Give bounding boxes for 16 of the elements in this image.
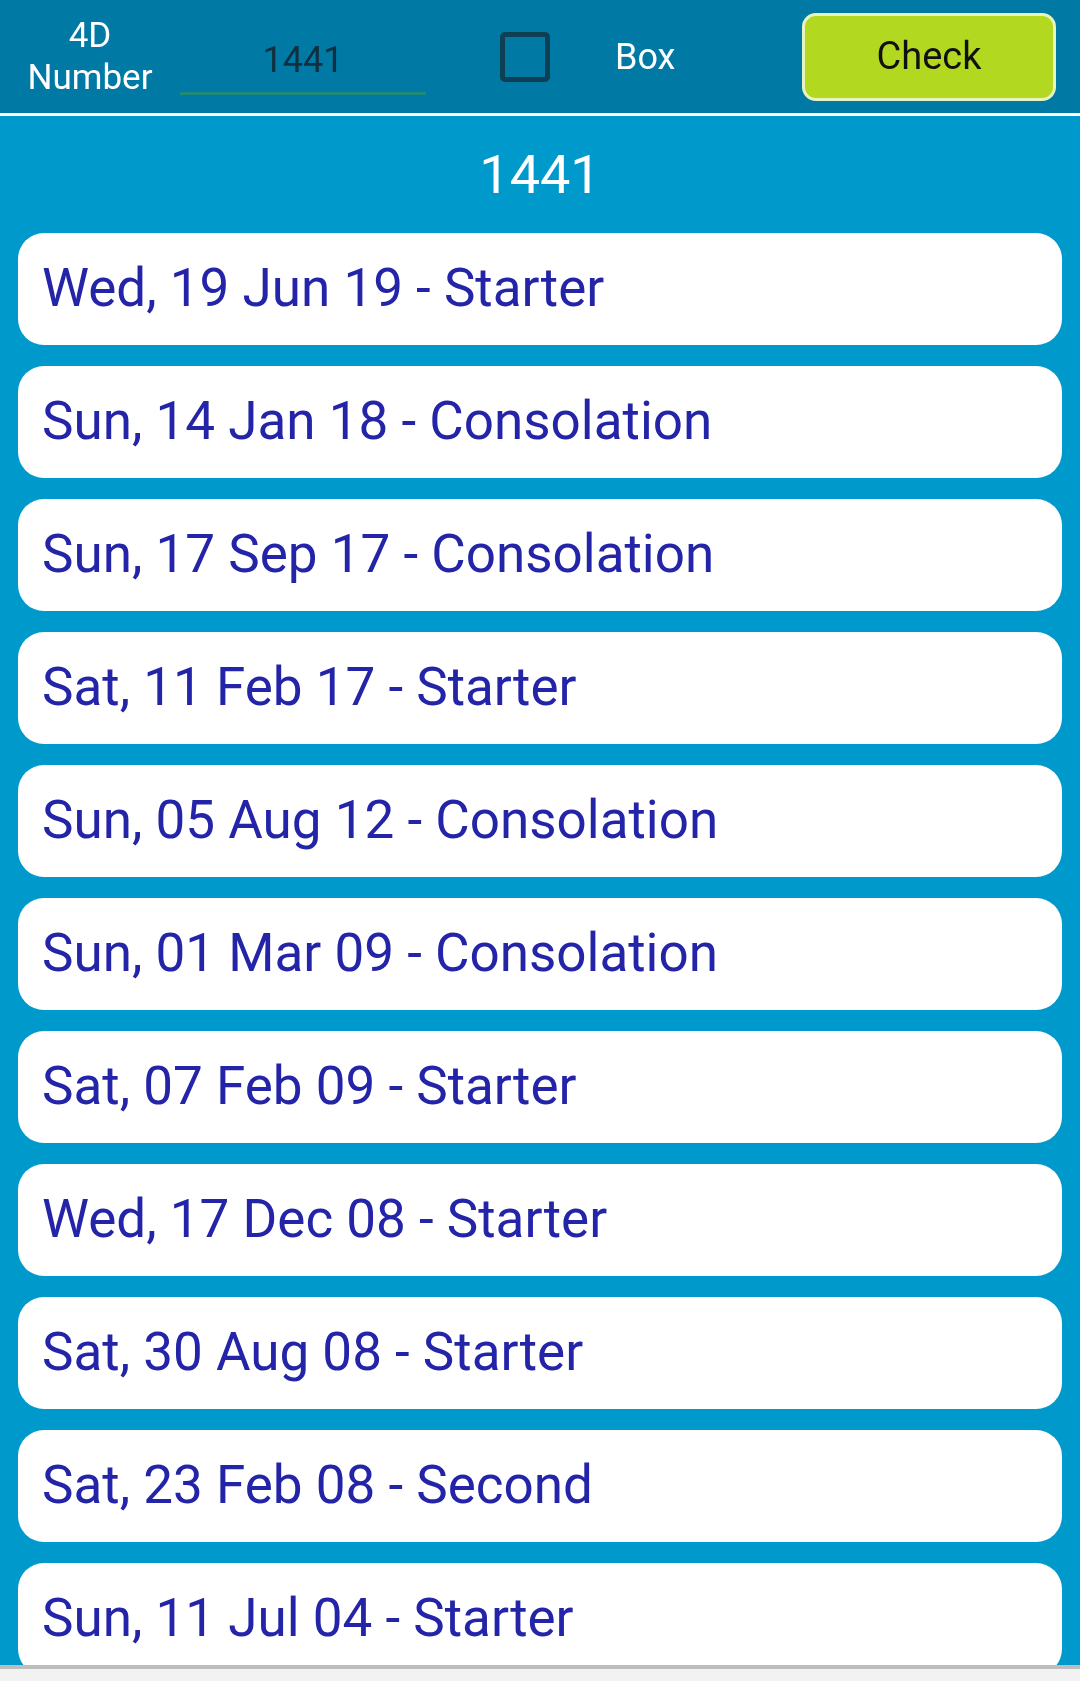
result-item[interactable]: Sun, 14 Jan 18 - Consolation xyxy=(18,366,1062,478)
result-item[interactable]: Wed, 19 Jun 19 - Starter xyxy=(18,233,1062,345)
check-button[interactable]: Check xyxy=(802,12,1056,101)
box-checkbox[interactable] xyxy=(500,31,550,82)
result-title: 1441 xyxy=(479,142,601,208)
box-label: Box xyxy=(615,34,676,80)
result-item[interactable]: Sun, 05 Aug 12 - Consolation xyxy=(18,765,1062,877)
result-item[interactable]: Sat, 11 Feb 17 - Starter xyxy=(18,632,1062,744)
result-item[interactable]: Wed, 17 Dec 08 - Starter xyxy=(18,1164,1062,1276)
result-item[interactable]: Sat, 23 Feb 08 - Second xyxy=(18,1430,1062,1542)
result-item[interactable]: Sat, 07 Feb 09 - Starter xyxy=(18,1031,1062,1143)
result-item[interactable]: Sun, 17 Sep 17 - Consolation xyxy=(18,499,1062,611)
result-item[interactable]: Sat, 30 Aug 08 - Starter xyxy=(18,1297,1062,1409)
result-item[interactable]: Sun, 11 Jul 04 - Starter xyxy=(18,1563,1062,1665)
result-item[interactable]: Sun, 01 Mar 09 - Consolation xyxy=(18,898,1062,1010)
number-label: 4D Number xyxy=(26,14,154,99)
